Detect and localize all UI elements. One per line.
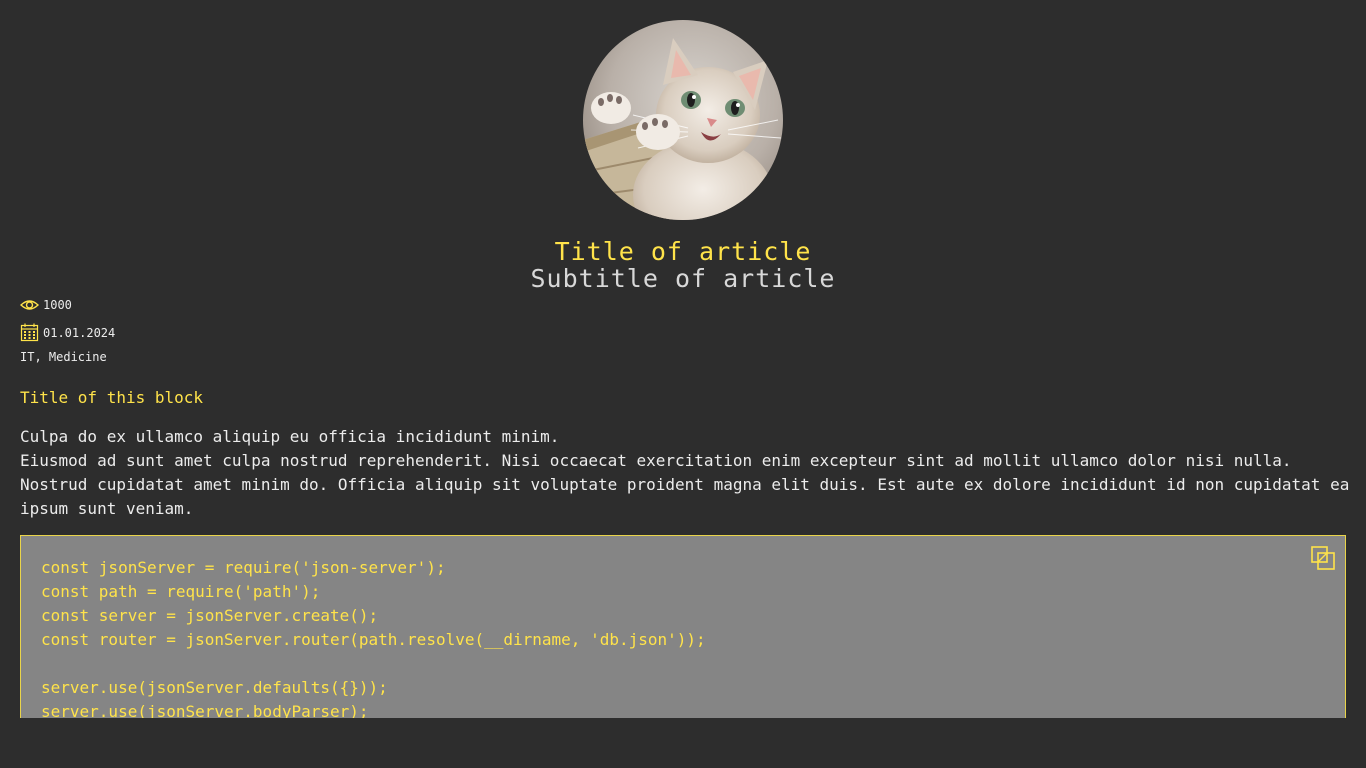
- copy-code-button[interactable]: [1311, 546, 1335, 570]
- article-tags: IT, Medicine: [20, 350, 107, 364]
- paragraph: Culpa do ex ullamco aliquip eu officia i…: [20, 427, 560, 446]
- paragraph: Nostrud cupidatat amet minim do. Officia…: [20, 475, 1350, 494]
- tags-text: IT, Medicine: [20, 350, 107, 364]
- code-block: const jsonServer = require('json-server'…: [20, 535, 1346, 718]
- paragraph: ipsum sunt veniam.: [20, 499, 194, 518]
- code-line: server.use(jsonServer.bodyParser);: [41, 702, 369, 718]
- article-avatar: [583, 20, 783, 220]
- code-line: const jsonServer = require('json-server'…: [41, 558, 446, 577]
- article-views: 1000: [20, 298, 72, 312]
- paragraph: Eiusmod ad sunt amet culpa nostrud repre…: [20, 451, 1292, 470]
- article-subtitle: Subtitle of article: [530, 264, 836, 293]
- copy-icon: [1311, 546, 1335, 570]
- kitten-image: [583, 20, 783, 220]
- code-line: const server = jsonServer.create();: [41, 606, 379, 625]
- code-line: const path = require('path');: [41, 582, 321, 601]
- block-title: Title of this block: [20, 388, 204, 407]
- article-date: 01.01.2024: [20, 323, 115, 342]
- article-viewport[interactable]: Title of article Subtitle of article 100…: [0, 0, 1366, 718]
- calendar-icon: [20, 323, 39, 342]
- article-page: Title of article Subtitle of article 100…: [0, 0, 1366, 768]
- publish-date: 01.01.2024: [43, 325, 116, 340]
- code-line: server.use(jsonServer.defaults({}));: [41, 678, 388, 697]
- eye-icon: [20, 298, 39, 312]
- code-content: const jsonServer = require('json-server'…: [21, 536, 1345, 718]
- block-text: Culpa do ex ullamco aliquip eu officia i…: [20, 425, 1366, 521]
- code-line: const router = jsonServer.router(path.re…: [41, 630, 706, 649]
- views-count: 1000: [43, 298, 72, 312]
